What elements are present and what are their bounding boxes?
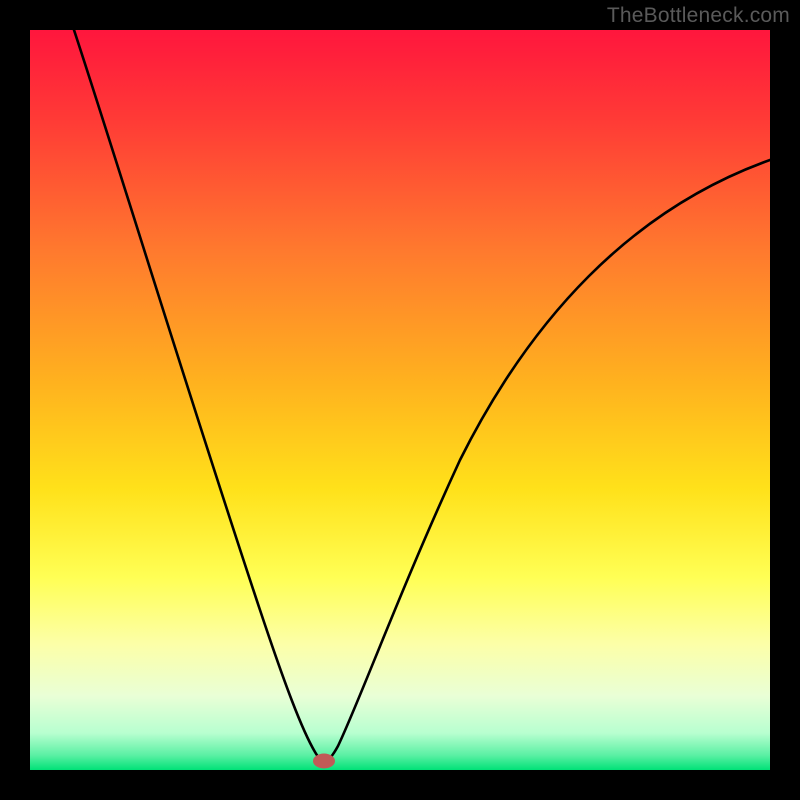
chart-svg (30, 30, 770, 770)
minimum-marker (313, 754, 335, 769)
chart-frame: TheBottleneck.com (0, 0, 800, 800)
watermark-text: TheBottleneck.com (607, 4, 790, 28)
gradient-background (30, 30, 770, 770)
plot-area (30, 30, 770, 770)
